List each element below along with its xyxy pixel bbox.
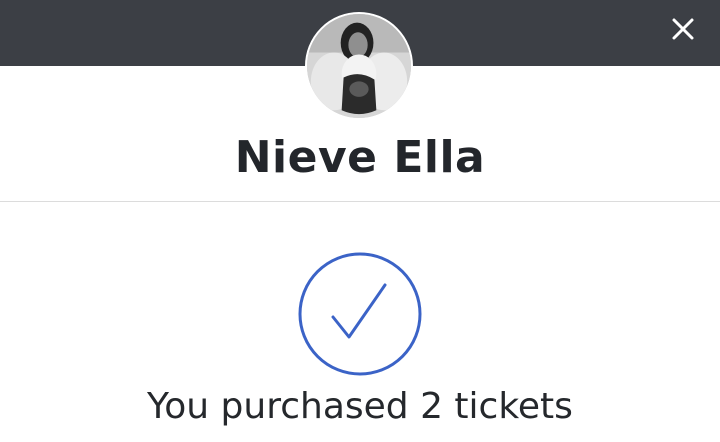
close-button[interactable] xyxy=(670,16,696,42)
success-indicator xyxy=(297,251,423,377)
divider xyxy=(0,201,720,202)
avatar xyxy=(305,12,413,120)
confirmation-message: You purchased 2 tickets xyxy=(147,386,573,427)
artist-name: Nieve Ella xyxy=(234,132,486,183)
checkmark-circle-icon xyxy=(298,252,422,376)
close-icon xyxy=(672,18,694,40)
artist-photo xyxy=(307,14,411,118)
